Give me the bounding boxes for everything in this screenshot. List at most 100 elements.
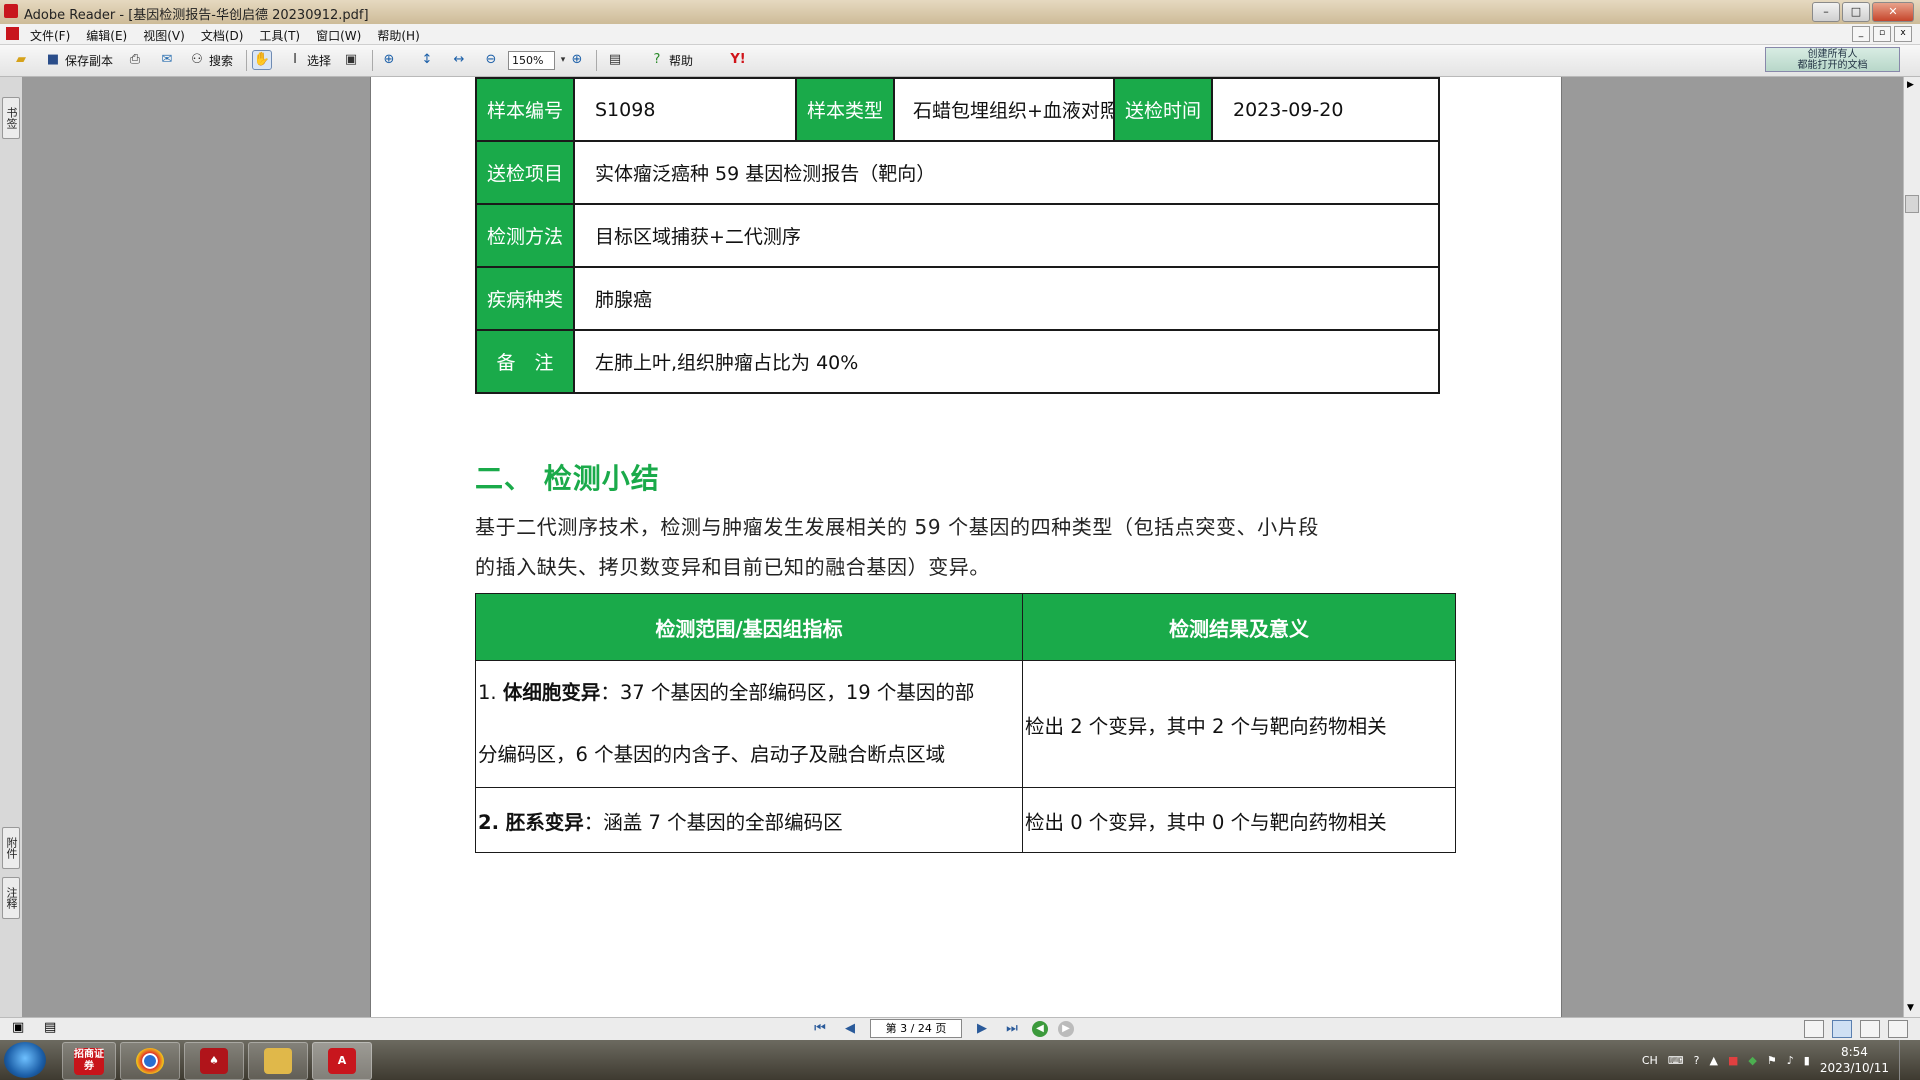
- menu-file[interactable]: 文件(F): [30, 27, 70, 44]
- row1-prefix: 1.: [478, 681, 503, 704]
- hand-tool-icon[interactable]: ✋: [252, 50, 272, 70]
- menu-tools[interactable]: 工具(T): [259, 27, 300, 44]
- taskbar-app-adobe-reader[interactable]: A: [312, 1042, 372, 1080]
- doc-minimize-button[interactable]: _: [1852, 26, 1870, 42]
- start-button[interactable]: [4, 1042, 46, 1078]
- windows-taskbar: 招商证券 ♠ A CH ⌨ ? ▲ ■ ◆ ⚑ ♪ ▮ 8:54 2023/10…: [0, 1040, 1920, 1080]
- close-button[interactable]: ✕: [1872, 2, 1914, 22]
- zoom-plus-icon[interactable]: ⊕: [568, 51, 586, 69]
- page-layout-icon[interactable]: ▤: [606, 51, 624, 69]
- taskbar-app-zhaoshang[interactable]: 招商证券: [62, 1042, 116, 1080]
- scrollbar-thumb[interactable]: [1905, 195, 1919, 213]
- snapshot-icon[interactable]: ▣: [342, 51, 360, 69]
- menu-edit[interactable]: 编辑(E): [86, 27, 127, 44]
- page-layout-buttons: [1804, 1020, 1908, 1038]
- fit-width-icon[interactable]: ↔: [450, 51, 468, 69]
- doc-restore-button[interactable]: ▫: [1873, 26, 1891, 42]
- status-bar: ▣ ▤ ⏮ ◀ 第 3 / 24 页 ▶ ⏭ ◀ ▶: [0, 1017, 1920, 1040]
- flag-icon[interactable]: ⚑: [1767, 1054, 1777, 1067]
- shield-icon[interactable]: ◆: [1748, 1054, 1756, 1067]
- save-copy-button[interactable]: ■ 保存副本: [44, 49, 113, 71]
- somatic-scope-cell: 1. 体细胞变异：37 个基因的全部编码区，19 个基因的部 分编码区，6 个基…: [475, 660, 1023, 788]
- chevron-down-icon[interactable]: ▾: [558, 51, 568, 69]
- continuous-facing-icon[interactable]: [1888, 1020, 1908, 1038]
- document-icon[interactable]: [6, 27, 19, 40]
- email-icon[interactable]: ✉: [158, 51, 176, 69]
- security-tray-icon[interactable]: ■: [1728, 1054, 1738, 1067]
- sent-time-label: 送检时间: [1113, 77, 1213, 142]
- vertical-scrollbar[interactable]: ▶ ▼: [1903, 77, 1920, 1017]
- taskbar-app-cards[interactable]: ♠: [184, 1042, 244, 1080]
- help-button[interactable]: ? 帮助: [648, 49, 693, 71]
- sample-id-value: S1098: [573, 77, 797, 142]
- project-value: 实体瘤泛癌种 59 基因检测报告（靶向）: [573, 140, 1440, 205]
- keyboard-icon[interactable]: ⌨: [1668, 1054, 1684, 1067]
- attachments-tab[interactable]: 附件: [2, 827, 20, 869]
- taskbar-app-chrome[interactable]: [120, 1042, 180, 1080]
- facing-pages-icon[interactable]: [1860, 1020, 1880, 1038]
- menu-view[interactable]: 视图(V): [143, 27, 185, 44]
- chrome-icon: [136, 1048, 164, 1074]
- zoom-level-input[interactable]: 150%: [508, 50, 555, 70]
- last-page-icon[interactable]: ⏭: [1002, 1020, 1022, 1038]
- table-row: 样本编号 S1098 样本类型 石蜡包埋组织+血液对照 送检时间 2023-09…: [475, 77, 1440, 142]
- volume-icon[interactable]: ♪: [1787, 1054, 1794, 1067]
- ime-indicator[interactable]: CH: [1642, 1054, 1658, 1067]
- clock-date: 2023/10/11: [1819, 1061, 1889, 1075]
- page-thumbnail-icon[interactable]: ▤: [44, 1020, 56, 1035]
- go-forward-icon[interactable]: ▶: [1058, 1020, 1074, 1037]
- panel-toggle-icon[interactable]: ▣: [12, 1020, 24, 1035]
- scroll-up-arrow-icon[interactable]: ▶: [1907, 80, 1914, 90]
- help-tray-icon[interactable]: ?: [1694, 1054, 1700, 1067]
- comments-tab[interactable]: 注释: [2, 877, 20, 919]
- create-pdf-notice[interactable]: 创建所有人 都能打开的文档: [1765, 47, 1900, 72]
- minimize-button[interactable]: –: [1812, 2, 1840, 22]
- select-tool-button[interactable]: I 选择: [286, 49, 331, 71]
- notice-line-1: 创建所有人: [1807, 49, 1858, 60]
- show-desktop-button[interactable]: [1899, 1040, 1910, 1080]
- summary-line-1: 基于二代测序技术，检测与肿瘤发生发展相关的 59 个基因的四种类型（包括点突变、…: [475, 515, 1319, 539]
- zoom-out-icon[interactable]: ⊖: [482, 51, 500, 69]
- show-hidden-icons-icon[interactable]: ▲: [1710, 1054, 1718, 1067]
- go-back-icon[interactable]: ◀: [1032, 1020, 1048, 1037]
- fit-page-icon[interactable]: ↕: [418, 51, 436, 69]
- scroll-down-arrow-icon[interactable]: ▼: [1907, 1003, 1914, 1013]
- printer-icon[interactable]: ⎙: [126, 51, 144, 69]
- document-viewport[interactable]: 样本编号 S1098 样本类型 石蜡包埋组织+血液对照 送检时间 2023-09…: [23, 77, 1904, 1017]
- continuous-page-icon[interactable]: [1832, 1020, 1852, 1038]
- menu-help[interactable]: 帮助(H): [377, 27, 419, 44]
- zoom-in-icon[interactable]: ⊕: [380, 51, 398, 69]
- method-label: 检测方法: [475, 203, 575, 268]
- binoculars-icon: ⚇: [191, 52, 203, 67]
- first-page-icon[interactable]: ⏮: [810, 1020, 830, 1038]
- previous-page-icon[interactable]: ◀: [840, 1020, 860, 1038]
- somatic-line-2: 分编码区，6 个基因的内含子、启动子及融合断点区域: [478, 743, 946, 766]
- adobe-reader-taskbar-icon: A: [328, 1048, 356, 1074]
- bookmarks-tab[interactable]: 书签: [2, 97, 20, 139]
- somatic-line-1: 1. 体细胞变异：37 个基因的全部编码区，19 个基因的部: [478, 662, 1022, 724]
- menu-document[interactable]: 文档(D): [201, 27, 244, 44]
- zhaoshang-icon: 招商证券: [74, 1047, 104, 1075]
- germline-bold-label: 2. 胚系变异: [478, 810, 584, 834]
- network-icon[interactable]: ▮: [1804, 1054, 1810, 1067]
- menu-window[interactable]: 窗口(W): [316, 27, 361, 44]
- taskbar-app-explorer[interactable]: [248, 1042, 308, 1080]
- yahoo-toolbar-icon[interactable]: Y!: [722, 51, 754, 69]
- table-row: 检测方法 目标区域捕获+二代测序: [475, 203, 1440, 268]
- somatic-bold-label: 体细胞变异: [502, 681, 601, 704]
- pdf-page: 样本编号 S1098 样本类型 石蜡包埋组织+血液对照 送检时间 2023-09…: [370, 77, 1562, 1017]
- table-header-row: 检测范围/基因组指标 检测结果及意义: [475, 593, 1456, 661]
- next-page-icon[interactable]: ▶: [972, 1020, 992, 1038]
- folder-icon: [264, 1048, 292, 1074]
- page-number-input[interactable]: 第 3 / 24 页: [870, 1019, 962, 1038]
- doc-close-button[interactable]: x: [1894, 26, 1912, 42]
- open-folder-icon[interactable]: ▰: [12, 51, 30, 69]
- clock[interactable]: 8:54 2023/10/11: [1820, 1044, 1889, 1076]
- summary-line-2: 的插入缺失、拷贝数变异和目前已知的融合基因）变异。: [475, 555, 990, 579]
- maximize-button[interactable]: □: [1842, 2, 1870, 22]
- single-page-icon[interactable]: [1804, 1020, 1824, 1038]
- table-row: 1. 体细胞变异：37 个基因的全部编码区，19 个基因的部 分编码区，6 个基…: [475, 660, 1456, 788]
- toolbar: ▰ ■ 保存副本 ⎙ ✉ ⚇ 搜索 ✋ I 选择 ▣ ⊕ ↕ ↔ ⊖ 150% …: [0, 45, 1920, 77]
- somatic-text-a: ：37 个基因的全部编码区，19 个基因的部: [600, 681, 975, 704]
- search-button[interactable]: ⚇ 搜索: [188, 49, 233, 71]
